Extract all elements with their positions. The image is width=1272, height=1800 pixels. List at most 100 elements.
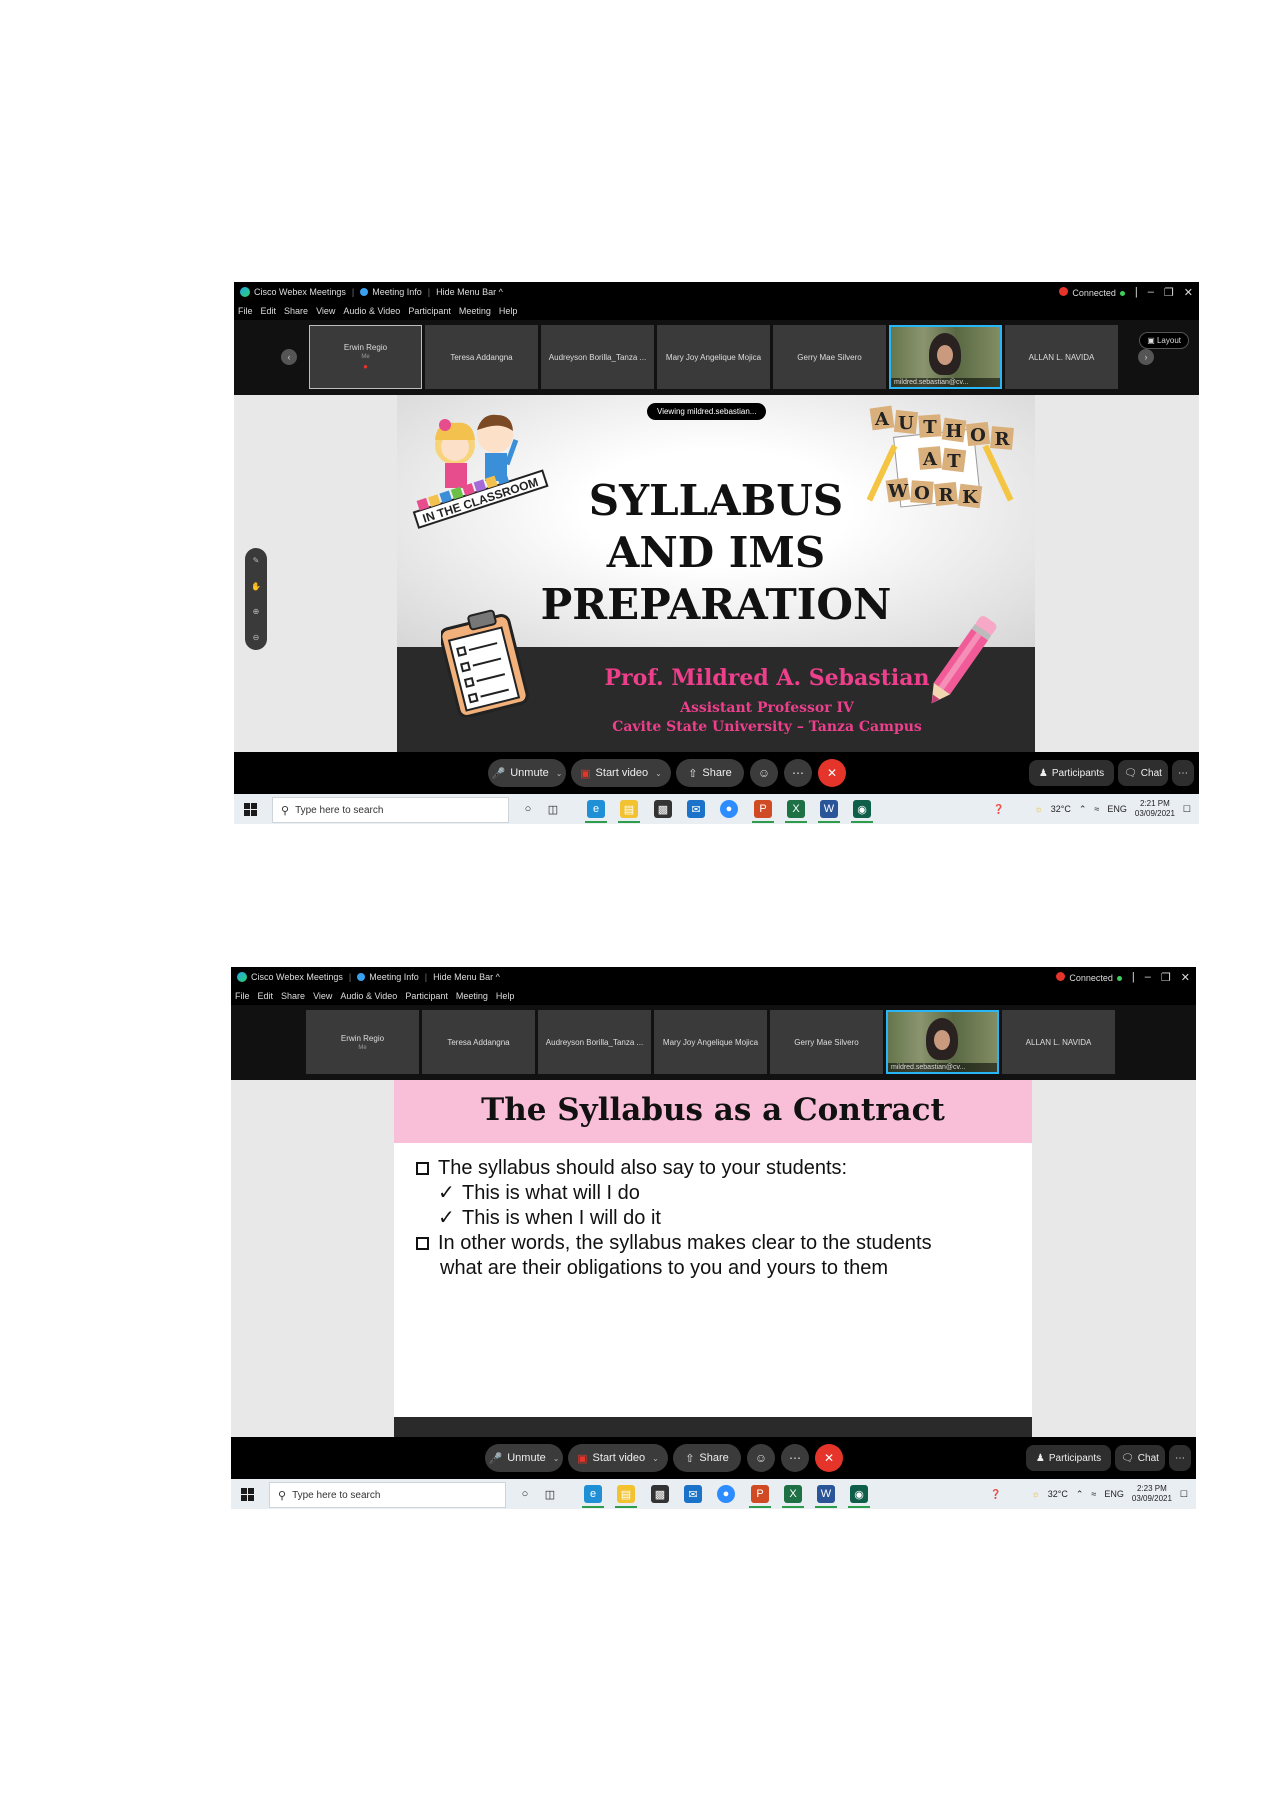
menu-file[interactable]: File — [235, 991, 250, 1001]
notifications-icon[interactable]: ☐ — [1180, 1489, 1188, 1500]
menu-share[interactable]: Share — [281, 991, 305, 1001]
participant-tile[interactable]: Erwin Regio Me — [306, 1010, 419, 1074]
taskbar-search[interactable]: ⚲ Type here to search — [272, 797, 509, 823]
chat-button[interactable]: 🗨 Chat — [1115, 1445, 1165, 1471]
close-icon[interactable]: ✕ — [1184, 286, 1193, 299]
windows-start-icon[interactable] — [244, 803, 257, 816]
language-indicator[interactable]: ENG — [1104, 1489, 1124, 1499]
more-panel-icon[interactable]: ⋯ — [1172, 760, 1194, 786]
clock[interactable]: 2:21 PM 03/09/2021 — [1135, 799, 1175, 819]
mail-icon[interactable]: ✉ — [687, 800, 705, 818]
clock[interactable]: 2:23 PM 03/09/2021 — [1132, 1484, 1172, 1504]
zoom-in-icon[interactable]: ⊕ — [253, 607, 260, 616]
menu-help[interactable]: Help — [499, 306, 518, 316]
hide-menu-bar-button[interactable]: Hide Menu Bar ^ — [433, 972, 500, 982]
cortana-icon[interactable]: ○ — [519, 800, 537, 818]
menu-participant[interactable]: Participant — [405, 991, 448, 1001]
leave-meeting-button[interactable]: ✕ — [818, 759, 846, 787]
store-icon[interactable]: ▩ — [651, 1485, 669, 1503]
menu-view[interactable]: View — [316, 306, 335, 316]
menu-file[interactable]: File — [238, 306, 253, 316]
participant-tile[interactable]: ALLAN L. NAVIDA — [1005, 325, 1118, 389]
start-video-button[interactable]: ▣ Start video ⌄ — [568, 1444, 668, 1472]
zoom-app-icon[interactable]: ● — [720, 800, 738, 818]
hide-menu-bar-button[interactable]: Hide Menu Bar ^ — [436, 287, 503, 297]
reactions-icon[interactable]: ☺ — [747, 1444, 775, 1472]
excel-icon[interactable]: X — [785, 800, 807, 823]
participant-tile[interactable]: ALLAN L. NAVIDA — [1002, 1010, 1115, 1074]
close-icon[interactable]: ✕ — [1181, 971, 1190, 984]
windows-start-icon[interactable] — [241, 1488, 254, 1501]
remote-control-icon[interactable]: ✋ — [251, 582, 261, 591]
restore-icon[interactable]: ❐ — [1164, 286, 1174, 299]
webex-taskbar-icon[interactable]: ◉ — [848, 1485, 870, 1508]
language-indicator[interactable]: ENG — [1107, 804, 1127, 814]
participant-tile[interactable]: Erwin Regio Me ● — [309, 325, 422, 389]
menu-edit[interactable]: Edit — [261, 306, 277, 316]
menu-audio-video[interactable]: Audio & Video — [340, 991, 397, 1001]
meeting-info-button[interactable]: Meeting Info — [372, 287, 422, 297]
meeting-info-button[interactable]: Meeting Info — [369, 972, 419, 982]
wifi-icon[interactable]: ≈ — [1091, 1489, 1096, 1499]
more-panel-icon[interactable]: ⋯ — [1169, 1445, 1191, 1471]
participant-tile[interactable]: Audreyson Borilla_Tanza ... — [541, 325, 654, 389]
notifications-icon[interactable]: ☐ — [1183, 804, 1191, 815]
help-icon[interactable]: ❓ — [993, 804, 1004, 815]
edge-browser-icon[interactable]: e — [585, 800, 607, 823]
help-icon[interactable]: ❓ — [990, 1489, 1001, 1500]
edge-browser-icon[interactable]: e — [582, 1485, 604, 1508]
powerpoint-icon[interactable]: P — [752, 800, 774, 823]
mail-icon[interactable]: ✉ — [684, 1485, 702, 1503]
menu-help[interactable]: Help — [496, 991, 515, 1001]
participant-tile[interactable]: Audreyson Borilla_Tanza ... — [538, 1010, 651, 1074]
file-explorer-icon[interactable]: ▤ — [618, 800, 640, 823]
excel-icon[interactable]: X — [782, 1485, 804, 1508]
menu-view[interactable]: View — [313, 991, 332, 1001]
active-speaker-tile[interactable]: mildred.sebastian@cv... — [889, 325, 1002, 389]
zoom-app-icon[interactable]: ● — [717, 1485, 735, 1503]
participants-button[interactable]: ♟ Participants — [1026, 1445, 1111, 1471]
store-icon[interactable]: ▩ — [654, 800, 672, 818]
active-speaker-tile[interactable]: mildred.sebastian@cv... — [886, 1010, 999, 1074]
file-explorer-icon[interactable]: ▤ — [615, 1485, 637, 1508]
minimize-icon[interactable]: – — [1148, 286, 1154, 298]
word-icon[interactable]: W — [815, 1485, 837, 1508]
scroll-right-icon[interactable]: › — [1138, 349, 1154, 365]
chat-button[interactable]: 🗨 Chat — [1118, 760, 1168, 786]
participant-tile[interactable]: Teresa Addangna — [422, 1010, 535, 1074]
menu-audio-video[interactable]: Audio & Video — [343, 306, 400, 316]
menu-participant[interactable]: Participant — [408, 306, 451, 316]
scroll-left-icon[interactable]: ‹ — [281, 349, 297, 365]
menu-edit[interactable]: Edit — [258, 991, 274, 1001]
leave-meeting-button[interactable]: ✕ — [815, 1444, 843, 1472]
participant-tile[interactable]: Teresa Addangna — [425, 325, 538, 389]
taskbar-search[interactable]: ⚲ Type here to search — [269, 1482, 506, 1508]
wifi-icon[interactable]: ≈ — [1094, 804, 1099, 814]
word-icon[interactable]: W — [818, 800, 840, 823]
unmute-button[interactable]: 🎤 Unmute ⌄ — [485, 1444, 563, 1472]
chevron-up-icon[interactable]: ⌃ — [1079, 804, 1087, 815]
restore-icon[interactable]: ❐ — [1161, 971, 1171, 984]
powerpoint-icon[interactable]: P — [749, 1485, 771, 1508]
reactions-icon[interactable]: ☺ — [750, 759, 778, 787]
menu-meeting[interactable]: Meeting — [456, 991, 488, 1001]
webex-taskbar-icon[interactable]: ◉ — [851, 800, 873, 823]
menu-share[interactable]: Share — [284, 306, 308, 316]
more-options-icon[interactable]: ⋯ — [784, 759, 812, 787]
participants-button[interactable]: ♟ Participants — [1029, 760, 1114, 786]
annotate-icon[interactable]: ✎ — [253, 556, 260, 565]
layout-button[interactable]: ▣ Layout — [1139, 332, 1189, 349]
zoom-out-icon[interactable]: ⊖ — [253, 633, 260, 642]
participant-tile[interactable]: Gerry Mae Silvero — [773, 325, 886, 389]
start-video-button[interactable]: ▣ Start video ⌄ — [571, 759, 671, 787]
cortana-icon[interactable]: ○ — [516, 1485, 534, 1503]
menu-meeting[interactable]: Meeting — [459, 306, 491, 316]
share-button[interactable]: ⇧ Share — [676, 759, 744, 787]
unmute-button[interactable]: 🎤 Unmute ⌄ — [488, 759, 566, 787]
participant-tile[interactable]: Mary Joy Angelique Mojica — [657, 325, 770, 389]
more-options-icon[interactable]: ⋯ — [781, 1444, 809, 1472]
participant-tile[interactable]: Gerry Mae Silvero — [770, 1010, 883, 1074]
task-view-icon[interactable]: ◫ — [544, 800, 562, 818]
task-view-icon[interactable]: ◫ — [541, 1485, 559, 1503]
participant-tile[interactable]: Mary Joy Angelique Mojica — [654, 1010, 767, 1074]
